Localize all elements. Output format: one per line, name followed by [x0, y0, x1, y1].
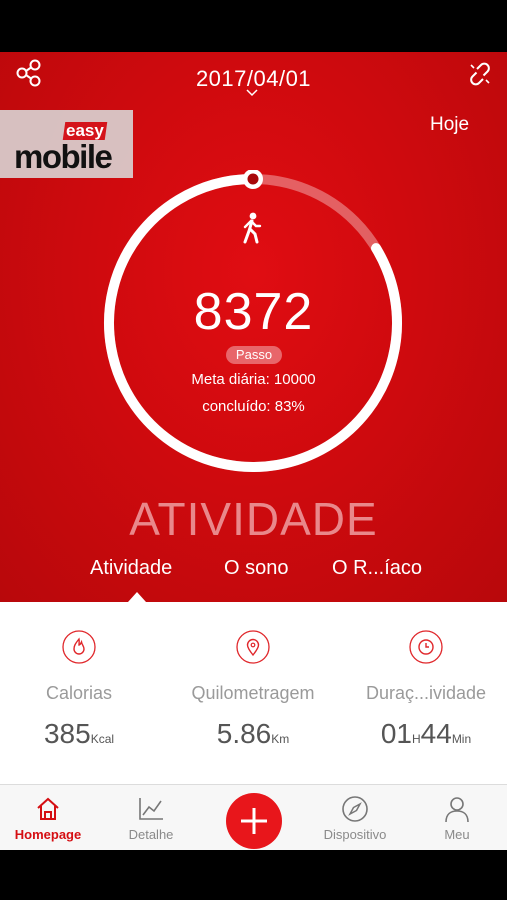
line-chart-icon — [139, 798, 163, 820]
step-count: 8372 — [193, 283, 314, 341]
app-screen: 2017/04/01 easy mobile Hoje 8372 Passo M… — [0, 52, 507, 850]
category-tabs: Atividade O sono O R...íaco — [0, 557, 507, 587]
metric-label: Duraç...ividade — [365, 683, 487, 703]
today-button[interactable]: Hoje — [430, 114, 469, 136]
nav-label: Homepage — [14, 827, 82, 842]
flame-icon — [62, 630, 96, 664]
activity-hero: 2017/04/01 easy mobile Hoje 8372 Passo M… — [0, 52, 507, 602]
metric-duration: Duraç...ividade 01H44Min — [346, 630, 506, 750]
metric-label: Quilometragem — [191, 683, 315, 703]
tab-atividade[interactable]: Atividade — [90, 557, 172, 580]
logo-mobile-text: mobile — [14, 138, 113, 175]
user-icon — [445, 797, 469, 823]
section-title: ATIVIDADE — [129, 493, 378, 545]
nav-label: Dispositivo — [323, 827, 387, 842]
unlink-icon[interactable] — [466, 60, 494, 88]
daily-goal: Meta diária: 10000 — [191, 371, 316, 388]
chevron-down-icon[interactable] — [246, 86, 258, 98]
nav-detalhe[interactable]: Detalhe — [106, 795, 196, 842]
metric-value: 01H44Min — [380, 718, 472, 749]
add-button[interactable] — [226, 793, 282, 849]
active-tab-indicator — [128, 592, 146, 602]
metric-label: Calorias — [45, 683, 113, 703]
compass-icon — [342, 796, 368, 822]
walking-person-icon — [243, 212, 262, 244]
home-icon — [37, 797, 59, 820]
steps-unit-badge: Passo — [226, 346, 282, 364]
metric-distance: Quilometragem 5.86Km — [173, 630, 333, 750]
metric-value: 5.86Km — [216, 718, 290, 749]
metric-value: 385Kcal — [43, 718, 115, 749]
nav-label: Detalhe — [128, 827, 174, 842]
plus-icon — [241, 808, 267, 834]
location-pin-icon — [236, 630, 270, 664]
metric-calories: Calorias 385Kcal — [0, 630, 159, 750]
tab-sono[interactable]: O sono — [224, 557, 288, 580]
clock-icon — [409, 630, 443, 664]
completion-percent: concluído: 83% — [202, 398, 305, 415]
tab-cardiaco[interactable]: O R...íaco — [332, 557, 422, 580]
nav-meu[interactable]: Meu — [412, 795, 502, 842]
nav-label: Meu — [444, 827, 470, 842]
nav-dispositivo[interactable]: Dispositivo — [310, 795, 400, 842]
nav-homepage[interactable]: Homepage — [3, 795, 93, 842]
easy-mobile-logo: easy mobile — [0, 110, 133, 178]
